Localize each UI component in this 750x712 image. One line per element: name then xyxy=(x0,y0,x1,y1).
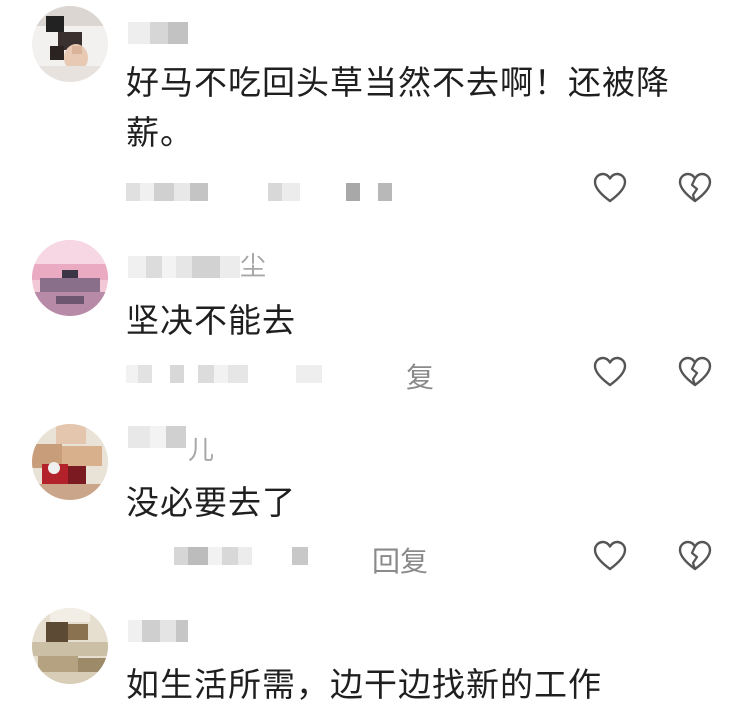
username-redacted xyxy=(128,22,188,44)
dislike-button[interactable] xyxy=(678,172,712,204)
username-redacted xyxy=(128,426,186,448)
broken-heart-icon xyxy=(678,356,712,387)
like-button[interactable] xyxy=(593,356,627,388)
dislike-button[interactable] xyxy=(678,540,712,572)
avatar[interactable] xyxy=(32,6,108,82)
broken-heart-icon xyxy=(678,172,712,203)
username-redacted xyxy=(128,256,240,278)
like-button[interactable] xyxy=(593,540,627,572)
comment-text: 没必要去了 xyxy=(126,483,296,522)
comment-text: 坚决不能去 xyxy=(126,301,296,340)
avatar-image xyxy=(32,608,108,684)
reply-button[interactable]: 回复 xyxy=(372,540,428,580)
avatar-image xyxy=(32,240,108,316)
heart-outline-icon xyxy=(593,172,627,203)
username-redacted xyxy=(128,620,188,642)
comment-meta-redacted xyxy=(126,364,322,384)
dislike-button[interactable] xyxy=(678,356,712,388)
avatar-image xyxy=(32,6,108,82)
comment-meta-redacted xyxy=(126,182,392,202)
avatar-image xyxy=(32,424,108,500)
username: 尘 xyxy=(240,252,269,282)
comment-text: 如生活所需，边干边找新的工作 xyxy=(126,665,602,704)
avatar[interactable] xyxy=(32,240,108,316)
heart-outline-icon xyxy=(593,356,627,387)
like-button[interactable] xyxy=(593,172,627,204)
username: 儿 xyxy=(188,436,217,466)
heart-outline-icon xyxy=(593,540,627,571)
avatar[interactable] xyxy=(32,608,108,684)
broken-heart-icon xyxy=(678,540,712,571)
avatar[interactable] xyxy=(32,424,108,500)
comment-text: 好马不吃回头草当然不去啊！还被降薪。 xyxy=(126,63,670,152)
reply-button[interactable]: 复 xyxy=(406,356,434,396)
comment-meta-redacted xyxy=(126,546,308,566)
